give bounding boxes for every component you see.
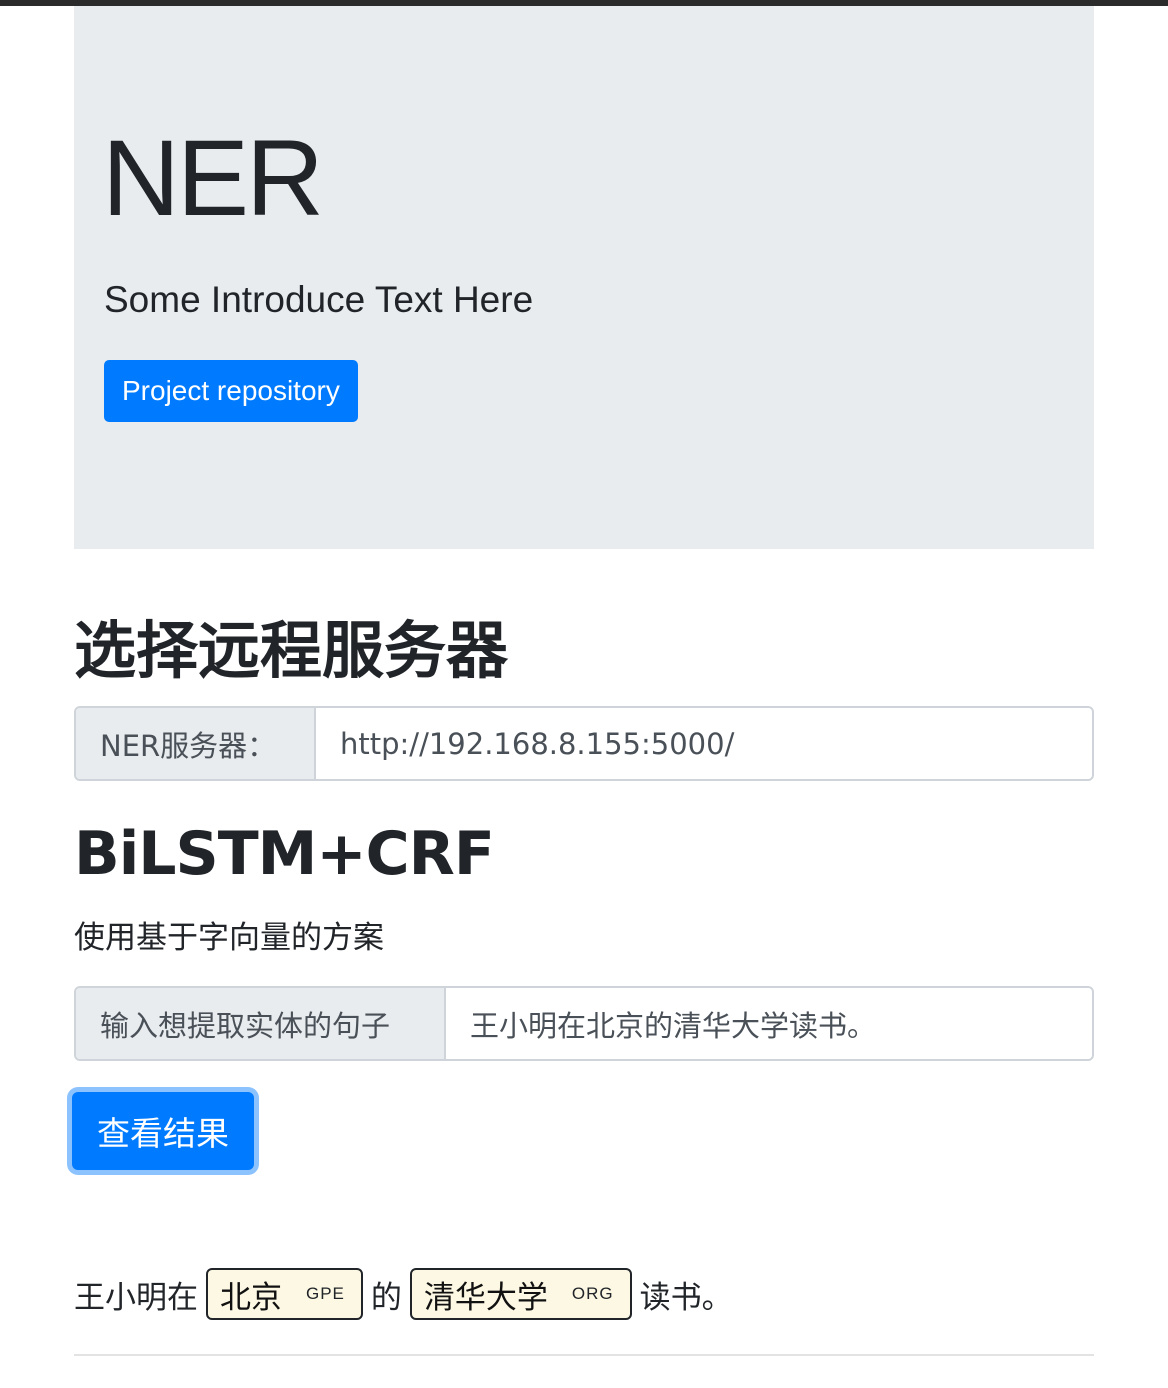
page-title: NER <box>102 117 324 238</box>
sentence-input[interactable] <box>446 988 1092 1059</box>
entity-label: ORG <box>571 1284 614 1303</box>
server-input-group: NER服务器： <box>74 706 1094 781</box>
entity-mark-gpe: 北京 GPE <box>206 1268 363 1320</box>
entity-text: 清华大学 <box>423 1279 548 1316</box>
intro-text: Some Introduce Text Here <box>104 279 534 320</box>
project-repository-button[interactable]: Project repository <box>104 360 358 422</box>
ner-result: 王小明在 北京 GPE 的 清华大学 ORG 读书。 <box>74 1266 733 1322</box>
view-result-button[interactable]: 查看结果 <box>72 1092 254 1170</box>
divider <box>74 1354 1094 1356</box>
model-section-title: BiLSTM+CRF <box>74 819 495 889</box>
result-text-segment: 王小明在 <box>74 1279 198 1316</box>
result-text-segment: 的 <box>370 1279 402 1316</box>
sentence-field-label: 输入想提取实体的句子 <box>76 988 446 1059</box>
server-url-input[interactable] <box>316 708 1092 779</box>
server-section-title: 选择远程服务器 <box>74 614 509 687</box>
entity-text: 北京 <box>220 1279 282 1316</box>
sentence-input-group: 输入想提取实体的句子 <box>74 986 1094 1061</box>
main-container: NER Some Introduce Text Here Project rep… <box>72 6 1094 1356</box>
entity-label: GPE <box>306 1284 345 1303</box>
jumbotron: NER Some Introduce Text Here Project rep… <box>74 6 1094 549</box>
entity-mark-org: 清华大学 ORG <box>409 1268 632 1320</box>
result-text-segment: 读书。 <box>639 1279 733 1316</box>
server-field-label: NER服务器： <box>76 708 316 779</box>
model-description: 使用基于字向量的方案 <box>74 920 384 956</box>
